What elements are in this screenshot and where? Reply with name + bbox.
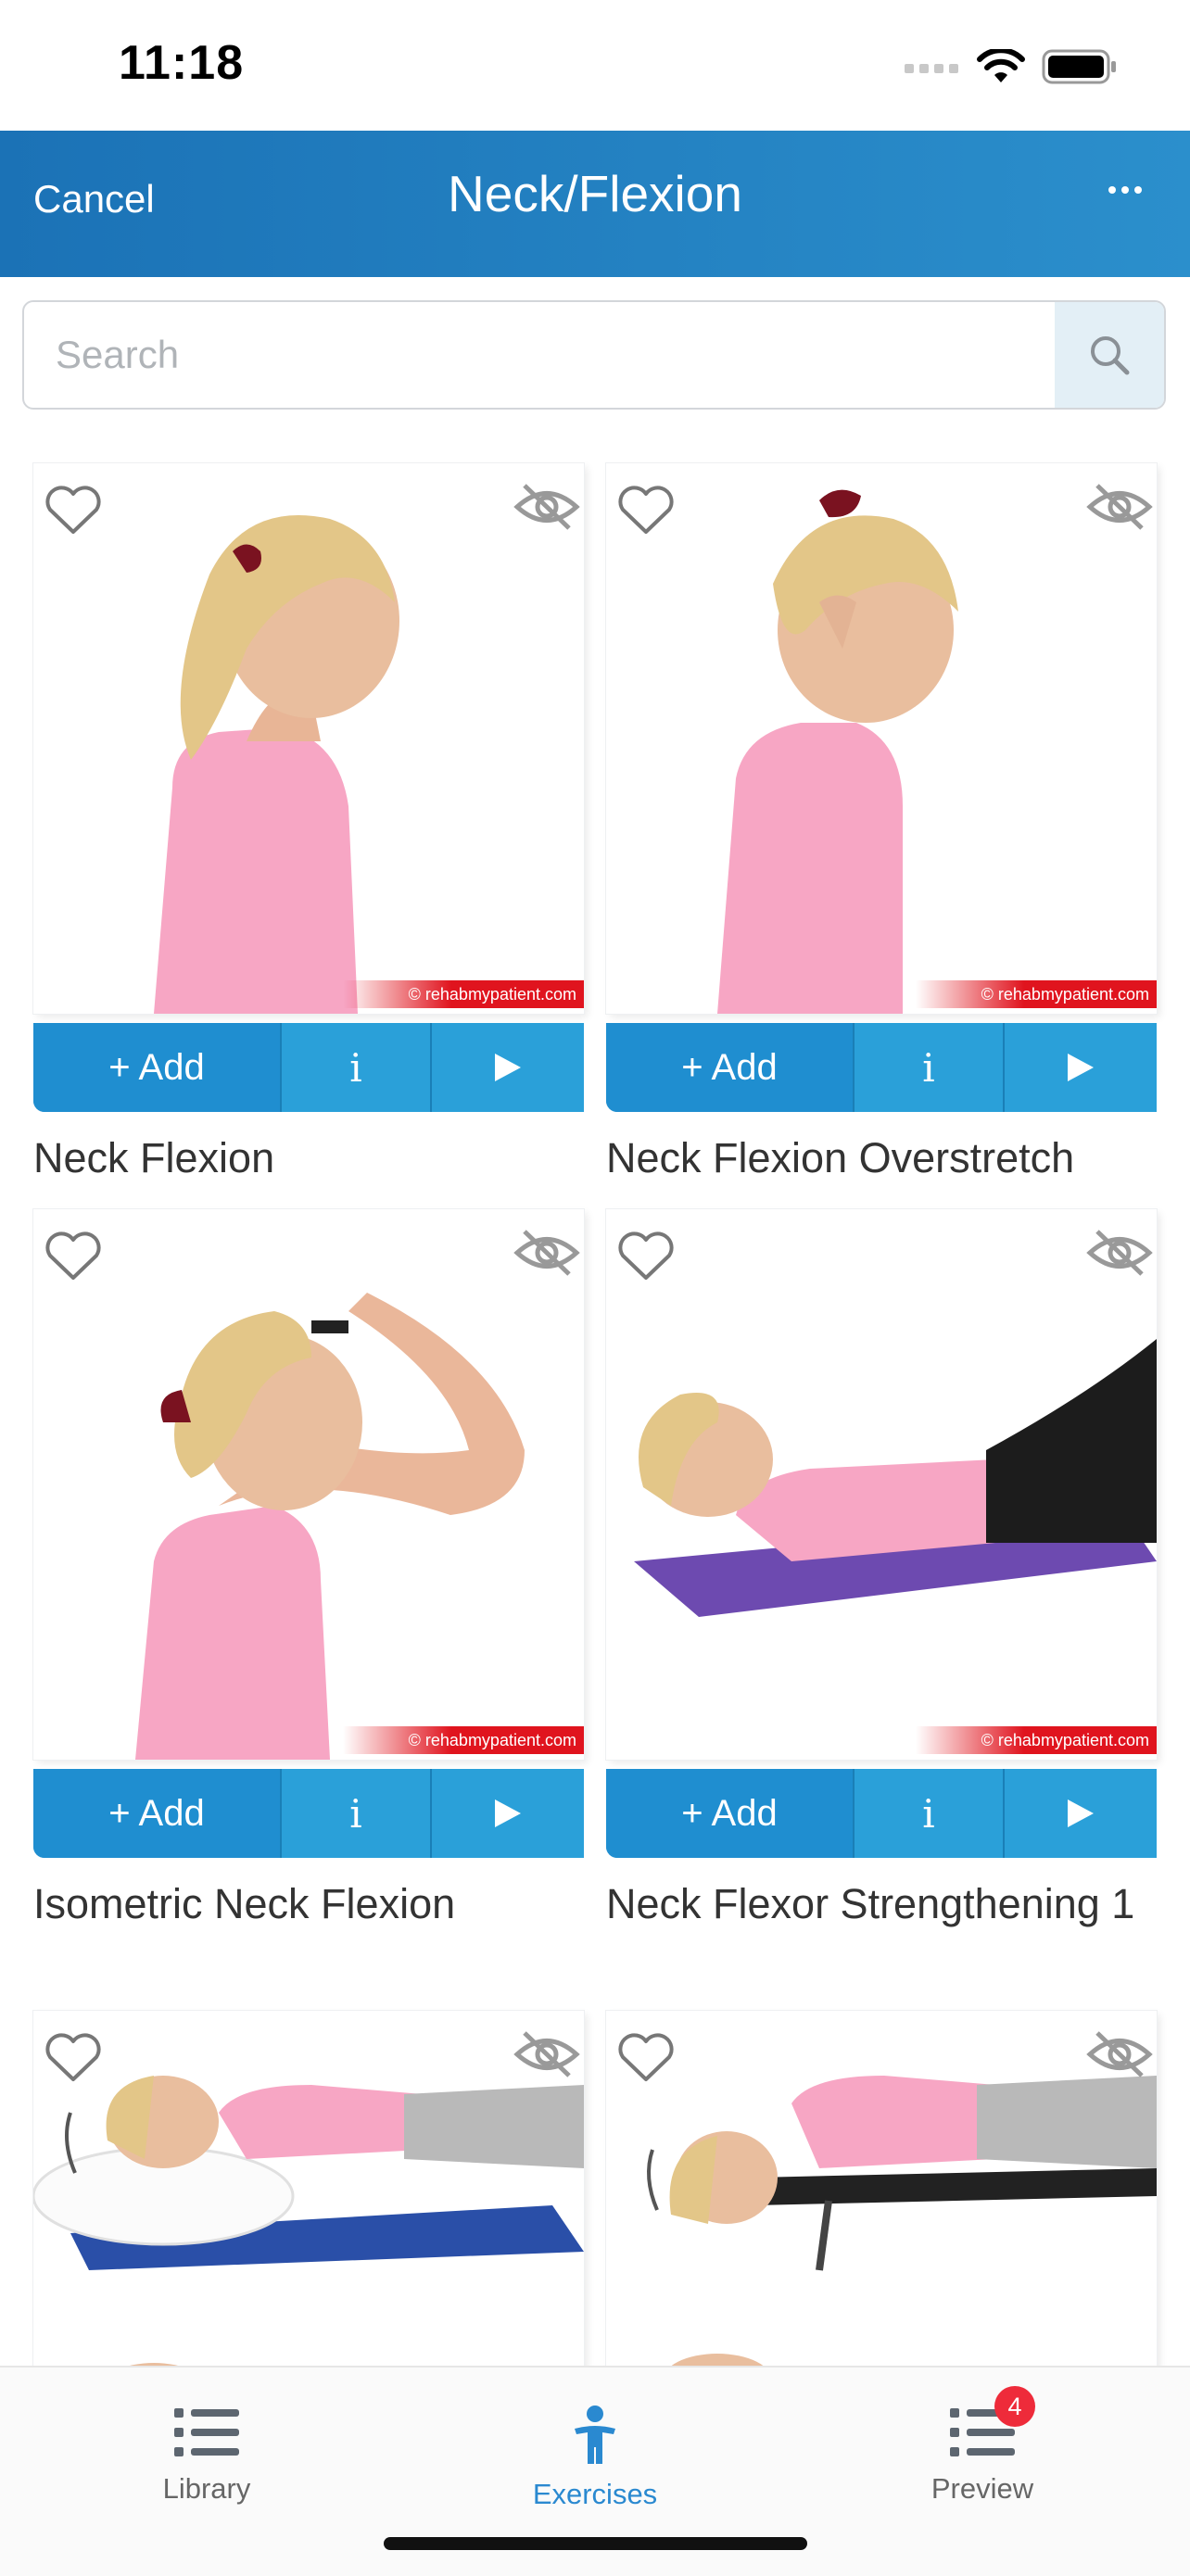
- status-bar: 11:18: [0, 0, 1190, 131]
- favorite-heart-icon[interactable]: [614, 482, 678, 537]
- hide-eye-icon[interactable]: [513, 478, 580, 536]
- info-button[interactable]: i: [282, 1769, 432, 1858]
- exercise-image[interactable]: © rehabmypatient.com: [606, 463, 1157, 1014]
- search-button[interactable]: [1055, 302, 1164, 408]
- wifi-icon: [977, 49, 1025, 82]
- tab-preview[interactable]: 4 Preview: [843, 2386, 1121, 2506]
- nav-header: Cancel Neck/Flexion: [0, 131, 1190, 277]
- exercise-image[interactable]: © rehabmypatient.com: [33, 1209, 584, 1760]
- favorite-heart-icon[interactable]: [614, 1228, 678, 1283]
- more-options-icon[interactable]: [1108, 186, 1142, 194]
- tab-exercises[interactable]: Exercises: [456, 2405, 734, 2511]
- list-icon: [174, 2408, 239, 2456]
- exercise-image[interactable]: © rehabmypatient.com: [33, 463, 584, 1014]
- home-indicator: [384, 2537, 807, 2550]
- exercise-name: Isometric Neck Flexion: [33, 1880, 456, 1927]
- hide-eye-icon[interactable]: [513, 1224, 580, 1282]
- exercise-name: Neck Flexion: [33, 1134, 275, 1181]
- play-icon: [495, 1054, 521, 1081]
- play-icon: [1068, 1799, 1094, 1827]
- exercise-name: Neck Flexion Overstretch: [606, 1134, 1075, 1181]
- tab-library-label: Library: [162, 2472, 251, 2505]
- action-bar: + Add i: [606, 1769, 1157, 1858]
- search-input[interactable]: [24, 302, 1058, 408]
- add-button[interactable]: + Add: [33, 1769, 282, 1858]
- exercise-name: Neck Flexor Strengthening 1: [606, 1880, 1135, 1927]
- info-button[interactable]: i: [855, 1023, 1005, 1112]
- tab-preview-label: Preview: [930, 2472, 1034, 2505]
- play-button[interactable]: [1005, 1769, 1157, 1858]
- preview-count-badge: 4: [994, 2386, 1035, 2427]
- battery-icon: [1042, 49, 1116, 84]
- signal-icon: [905, 64, 958, 73]
- favorite-heart-icon[interactable]: [614, 2029, 678, 2085]
- exercise-image[interactable]: © rehabmypatient.com: [606, 1209, 1157, 1760]
- hide-eye-icon[interactable]: [1086, 478, 1153, 536]
- watermark: © rehabmypatient.com: [343, 980, 584, 1008]
- status-icons: [905, 48, 1118, 85]
- play-button[interactable]: [432, 1023, 584, 1112]
- watermark: © rehabmypatient.com: [916, 1726, 1157, 1754]
- play-icon: [495, 1799, 521, 1827]
- action-bar: + Add i: [33, 1769, 584, 1858]
- favorite-heart-icon[interactable]: [41, 2029, 106, 2085]
- add-button[interactable]: + Add: [33, 1023, 282, 1112]
- info-button[interactable]: i: [282, 1023, 432, 1112]
- add-button[interactable]: + Add: [606, 1769, 855, 1858]
- play-icon: [1068, 1054, 1094, 1081]
- tab-exercises-label: Exercises: [532, 2478, 658, 2510]
- info-button[interactable]: i: [855, 1769, 1005, 1858]
- favorite-heart-icon[interactable]: [41, 482, 106, 537]
- search-icon: [1091, 336, 1130, 375]
- action-bar: + Add i: [33, 1023, 584, 1112]
- search-bar: [22, 300, 1166, 410]
- add-button[interactable]: + Add: [606, 1023, 855, 1112]
- action-bar: + Add i: [606, 1023, 1157, 1112]
- play-button[interactable]: [1005, 1023, 1157, 1112]
- watermark: © rehabmypatient.com: [343, 1726, 584, 1754]
- hide-eye-icon[interactable]: [513, 2026, 580, 2083]
- person-icon: [575, 2406, 615, 2464]
- tab-library[interactable]: Library: [68, 2405, 346, 2506]
- favorite-heart-icon[interactable]: [41, 1228, 106, 1283]
- hide-eye-icon[interactable]: [1086, 2026, 1153, 2083]
- page-title: Neck/Flexion: [448, 165, 742, 222]
- hide-eye-icon[interactable]: [1086, 1224, 1153, 1282]
- status-time: 11:18: [119, 36, 245, 90]
- watermark: © rehabmypatient.com: [916, 980, 1157, 1008]
- play-button[interactable]: [432, 1769, 584, 1858]
